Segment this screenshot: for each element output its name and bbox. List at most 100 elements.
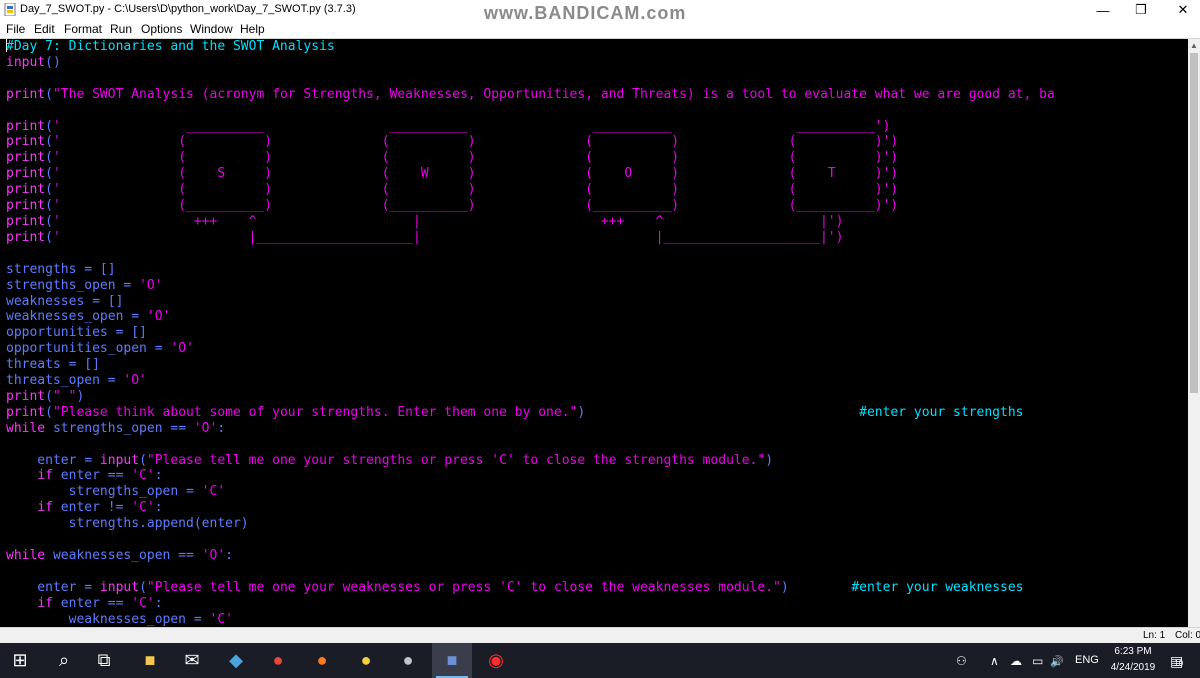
code-line[interactable]: strengths_open = 'O' xyxy=(6,278,163,293)
code-line[interactable]: print(" ") xyxy=(6,389,84,404)
code-line[interactable]: weaknesses_open = 'O' xyxy=(6,309,170,324)
code-line[interactable]: weaknesses_open = 'C' xyxy=(6,612,233,627)
volume-icon[interactable]: 🔊 xyxy=(1050,653,1064,669)
notification-center-icon[interactable]: ▤ 10 xyxy=(1170,653,1183,669)
code-token: enter = xyxy=(6,452,100,468)
code-token: print xyxy=(6,150,46,166)
python-idle-icon[interactable]: ■ xyxy=(432,643,472,678)
code-token: print xyxy=(6,182,46,198)
start-button[interactable]: ⊞ xyxy=(0,643,40,678)
menu-window[interactable]: Window xyxy=(190,22,233,36)
code-line[interactable]: print("The SWOT Analysis (acronym for St… xyxy=(6,87,1055,102)
mail-icon[interactable]: ✉ xyxy=(172,643,212,678)
code-token: "Please tell me one your weaknesses or p… xyxy=(146,579,781,595)
code-line[interactable]: print("Please think about some of your s… xyxy=(6,405,1024,420)
code-token: ' ( ) ( ) ( ) ( )') xyxy=(52,182,899,198)
code-line[interactable]: while weaknesses_open == 'O': xyxy=(6,548,233,563)
code-line[interactable]: opportunities_open = 'O' xyxy=(6,341,194,356)
code-line[interactable]: print(' __________ __________ __________… xyxy=(6,119,890,134)
clock-time[interactable]: 6:23 PM xyxy=(1108,646,1158,657)
code-token: enter == xyxy=(52,595,132,611)
bandicam-record-icon[interactable]: ◉ xyxy=(476,643,516,678)
code-token: 'C' xyxy=(131,500,155,516)
pikachu-app-icon-glyph-icon: ● xyxy=(360,650,372,670)
scroll-up-arrow-icon[interactable]: ▲ xyxy=(1188,41,1200,51)
menu-help[interactable]: Help xyxy=(240,22,265,36)
cat-app-icon[interactable]: ● xyxy=(388,643,428,678)
code-token: ' ( ) ( ) ( ) ( )') xyxy=(52,150,899,166)
store-app-icon-glyph-icon: ◆ xyxy=(229,650,243,670)
code-line[interactable]: print(' |____________________| |________… xyxy=(6,230,843,245)
people-icon[interactable]: ⚇ xyxy=(956,653,967,669)
code-line[interactable]: enter = input("Please tell me one your w… xyxy=(6,579,1023,595)
code-line[interactable]: if enter == 'C': xyxy=(6,595,163,611)
notification-count: 10 xyxy=(1174,658,1184,668)
chrome-icon[interactable]: ● xyxy=(258,643,298,678)
pikachu-app-icon[interactable]: ● xyxy=(346,643,386,678)
code-line[interactable]: opportunities = [] xyxy=(6,325,147,340)
code-token: weaknesses = [] xyxy=(6,293,124,309)
code-line[interactable]: print(' (__________) (__________) (_____… xyxy=(6,198,898,213)
code-token: ' __________ __________ __________ _____… xyxy=(52,118,891,134)
code-token: threats = [] xyxy=(6,357,100,373)
close-button[interactable]: ✕ xyxy=(1160,0,1200,20)
code-line[interactable]: threats_open = 'O' xyxy=(6,373,147,388)
menu-run[interactable]: Run xyxy=(110,22,132,36)
code-token: weaknesses_open == xyxy=(45,548,202,563)
firefox-icon[interactable]: ● xyxy=(302,643,342,678)
maximize-button[interactable]: ❐ xyxy=(1118,0,1164,20)
code-line[interactable]: #Day 7: Dictionaries and the SWOT Analys… xyxy=(6,39,335,54)
vertical-scrollbar[interactable]: ▲ xyxy=(1188,39,1200,627)
search-icon[interactable]: ⌕ xyxy=(44,643,84,678)
code-line[interactable]: weaknesses = [] xyxy=(6,294,123,309)
code-token: strengths.append(enter) xyxy=(6,516,249,532)
onedrive-cloud-icon[interactable]: ☁ xyxy=(1010,653,1022,669)
code-token: if xyxy=(37,468,53,484)
code-line[interactable]: print(' ( S ) ( W ) ( O ) ( T )') xyxy=(6,166,898,181)
scrollbar-thumb[interactable] xyxy=(1190,53,1198,393)
code-token: ) xyxy=(577,404,860,420)
chrome-icon-glyph-icon: ● xyxy=(272,650,284,670)
code-token: 'O' xyxy=(193,420,218,436)
code-token: opportunities = [] xyxy=(6,325,147,341)
code-line[interactable]: print(' +++ ^ | +++ ^ |') xyxy=(6,214,843,229)
clock-date[interactable]: 4/24/2019 xyxy=(1103,662,1163,673)
code-token: ( xyxy=(139,579,147,595)
code-line[interactable]: print(' ( ) ( ) ( ) ( )') xyxy=(6,134,898,149)
code-token: ( xyxy=(45,198,53,214)
code-line[interactable]: strengths = [] xyxy=(6,262,116,277)
language-indicator[interactable]: ENG xyxy=(1075,654,1099,666)
status-column-number: Col: 0 xyxy=(1175,630,1200,641)
menu-options[interactable]: Options xyxy=(141,22,182,36)
code-token: #Day 7: Dictionaries and the SWOT Analys… xyxy=(6,39,335,54)
file-explorer-icon-glyph-icon: ■ xyxy=(144,650,156,670)
code-line[interactable]: print(' ( ) ( ) ( ) ( )') xyxy=(6,182,898,197)
code-token: if xyxy=(37,500,53,516)
code-line[interactable]: if enter != 'C': xyxy=(6,500,162,516)
code-line[interactable]: if enter == 'C': xyxy=(6,468,163,484)
code-editor[interactable]: #Day 7: Dictionaries and the SWOT Analys… xyxy=(0,39,1188,627)
battery-icon[interactable]: ▭ xyxy=(1032,653,1043,669)
task-view-icon[interactable]: ⧉ xyxy=(84,643,124,678)
store-app-icon[interactable]: ◆ xyxy=(216,643,256,678)
code-token: : xyxy=(154,468,163,484)
menu-edit[interactable]: Edit xyxy=(34,22,55,36)
code-line[interactable]: enter = input("Please tell me one your s… xyxy=(6,453,773,468)
chevron-up-icon[interactable]: ∧ xyxy=(990,653,999,669)
code-line[interactable]: threats = [] xyxy=(6,357,100,372)
code-line[interactable]: strengths_open = 'C' xyxy=(6,484,226,499)
code-token: "The SWOT Analysis (acronym for Strength… xyxy=(52,86,1055,102)
code-token: weaknesses_open = xyxy=(6,309,147,325)
code-token: print xyxy=(6,213,46,229)
code-line[interactable]: while strengths_open == 'O': xyxy=(6,421,225,436)
code-line[interactable]: print(' ( ) ( ) ( ) ( )') xyxy=(6,150,898,165)
code-text[interactable]: #Day 7: Dictionaries and the SWOT Analys… xyxy=(6,39,1055,627)
file-explorer-icon[interactable]: ■ xyxy=(130,643,170,678)
code-token: : xyxy=(154,595,163,611)
code-token: strengths_open = xyxy=(6,277,140,293)
menu-file[interactable]: File xyxy=(6,22,25,36)
code-line[interactable]: strengths.append(enter) xyxy=(6,516,249,531)
menu-format[interactable]: Format xyxy=(64,22,102,36)
code-line[interactable]: input() xyxy=(6,55,61,70)
